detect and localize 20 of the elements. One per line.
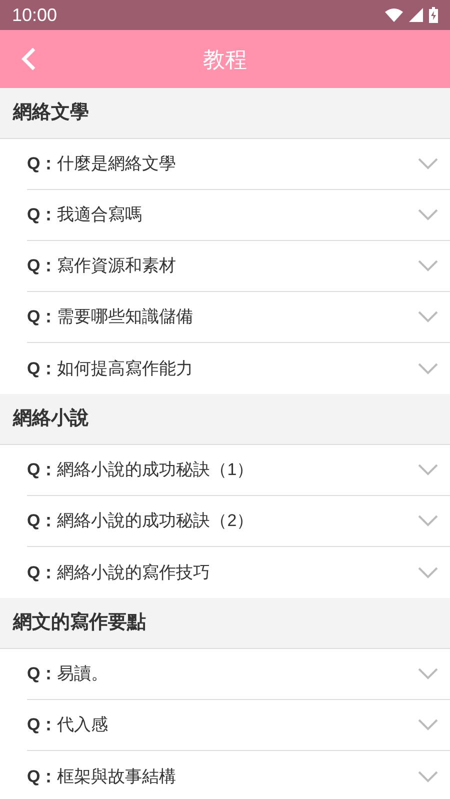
- question-row[interactable]: Q：框架與故事結構: [27, 751, 450, 799]
- question-row[interactable]: Q：網絡小說的成功秘訣（2）: [27, 496, 450, 547]
- question-row[interactable]: Q：網絡小說的寫作技巧: [27, 547, 450, 598]
- question-row[interactable]: Q：代入感: [27, 700, 450, 751]
- question-row[interactable]: Q：寫作資源和素材: [27, 241, 450, 292]
- page-title: 教程: [203, 46, 247, 74]
- section-header: 網絡文學: [13, 100, 89, 125]
- question-row[interactable]: Q：網絡小說的成功秘訣（1）: [27, 445, 450, 496]
- battery-icon: [429, 7, 438, 23]
- question-row[interactable]: Q：什麼是網絡文學: [27, 139, 450, 190]
- question-row[interactable]: Q：我適合寫嗎: [27, 190, 450, 241]
- section-header: 網絡小說: [13, 406, 89, 431]
- back-icon: [21, 47, 37, 71]
- question-row[interactable]: Q：需要哪些知識儲備: [27, 292, 450, 343]
- status-time: 10:00: [12, 4, 58, 26]
- question-row[interactable]: Q：如何提高寫作能力: [27, 343, 450, 394]
- wifi-icon: [385, 8, 403, 22]
- signal-icon: [409, 8, 423, 22]
- question-row[interactable]: Q：易讀。: [27, 649, 450, 700]
- section-header: 網文的寫作要點: [13, 610, 146, 635]
